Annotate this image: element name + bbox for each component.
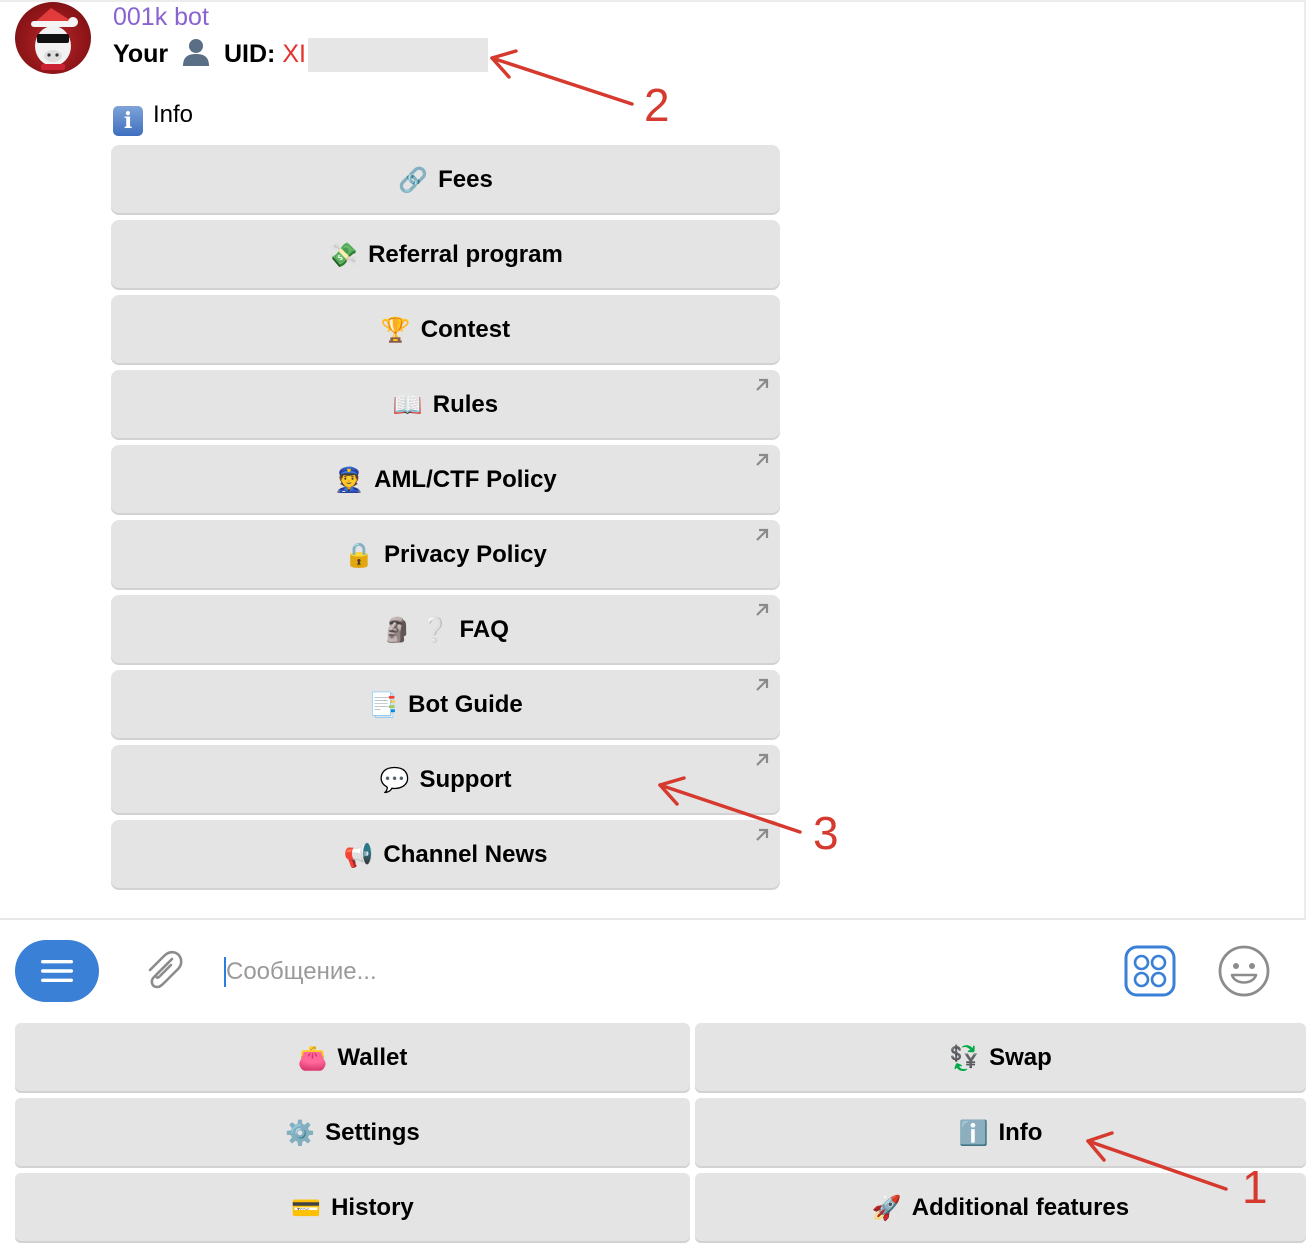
channel-news-button[interactable]: 📢 Channel News [111,820,780,890]
additional-features-button[interactable]: 🚀 Additional features [695,1173,1306,1243]
message-input[interactable] [226,952,1086,992]
external-link-icon [756,678,769,691]
information-icon: i [113,106,143,136]
bot-name[interactable]: 001k bot [113,2,209,32]
external-link-icon [756,453,769,466]
wallet-button[interactable]: 👛 Wallet [15,1023,690,1093]
button-label: Wallet [337,1044,408,1071]
referral-program-button[interactable]: 💸 Referral program [111,220,780,290]
redaction-box [307,38,488,73]
info-button[interactable]: ℹ️ Info [695,1098,1306,1168]
swap-button[interactable]: 💱 Swap [695,1023,1306,1093]
bot-avatar[interactable] [15,2,91,74]
loudspeaker-icon: 📢 [343,841,374,869]
button-label: Additional features [911,1194,1130,1221]
contest-button[interactable]: 🏆 Contest [111,295,780,365]
external-link-icon [756,528,769,541]
annotation-arrow-2 [490,56,634,106]
gear-icon: ⚙️ [285,1119,316,1147]
trophy-icon: 🏆 [380,316,411,344]
annotation-number-2: 2 [644,79,670,131]
button-label: Contest [420,316,511,343]
button-label: History [331,1194,414,1221]
rocket-icon: 🚀 [871,1194,902,1222]
button-label: Privacy Policy [384,541,547,568]
aml-ctf-policy-button[interactable]: 👮 AML/CTF Policy [111,445,780,515]
button-label: Rules [432,391,499,418]
button-label: Fees [438,166,493,193]
link-icon: 🔗 [398,166,429,194]
uid-label: UID: [224,40,276,68]
rules-button[interactable]: 📖 Rules [111,370,780,440]
composer-divider [0,918,1306,920]
uid-line: Your UID: XI [113,37,488,73]
button-label: AML/CTF Policy [374,466,557,493]
button-label: Settings [325,1119,420,1146]
annotation-number-3: 3 [813,807,839,859]
button-label: Support [419,766,512,793]
button-label: FAQ [459,616,509,643]
credit-card-icon: 💳 [291,1194,322,1222]
bot-commands-icon[interactable] [1124,945,1176,997]
section-title: i Info [113,100,193,136]
money-with-wings-icon: 💸 [328,241,359,269]
settings-button[interactable]: ⚙️ Settings [15,1098,690,1168]
section-label: Info [153,101,194,128]
emoji-icon[interactable] [1217,944,1271,998]
annotation-arrowhead-2 [490,49,518,79]
bookmark-tabs-icon: 📑 [368,691,399,719]
external-link-icon [756,603,769,616]
history-button[interactable]: 💳 History [15,1173,690,1243]
button-label: Bot Guide [408,691,523,718]
currency-exchange-icon: 💱 [949,1044,980,1072]
button-label: Referral program [368,241,563,268]
police-officer-icon: 👮 [334,466,365,494]
privacy-policy-button[interactable]: 🔒 Privacy Policy [111,520,780,590]
external-link-icon [756,378,769,391]
moai-question-icon: 🗿 ❔ [382,616,450,644]
hamburger-icon [41,960,73,982]
lock-icon: 🔒 [344,541,375,569]
bust-in-silhouette-icon [181,37,211,67]
paperclip-icon[interactable] [138,945,188,995]
external-link-icon [756,828,769,841]
annotation-number-1: 1 [1242,1161,1268,1213]
uid-prefix: Your [113,40,169,68]
information-icon: ℹ️ [958,1119,989,1147]
speech-balloon-icon: 💬 [379,766,410,794]
fees-button[interactable]: 🔗 Fees [111,145,780,215]
button-label: Swap [989,1044,1052,1071]
button-label: Info [998,1119,1043,1146]
open-book-icon: 📖 [392,391,423,419]
button-label: Channel News [383,841,548,868]
faq-button[interactable]: 🗿 ❔ FAQ [111,595,780,665]
external-link-icon [756,753,769,766]
bot-guide-button[interactable]: 📑 Bot Guide [111,670,780,740]
purse-icon: 👛 [297,1044,328,1072]
inline-keyboard: 🔗 Fees 💸 Referral program 🏆 Contest 📖 Ru… [111,145,780,895]
bot-menu-button[interactable] [15,940,99,1002]
uid-value[interactable]: XI [282,40,306,68]
support-button[interactable]: 💬 Support [111,745,780,815]
